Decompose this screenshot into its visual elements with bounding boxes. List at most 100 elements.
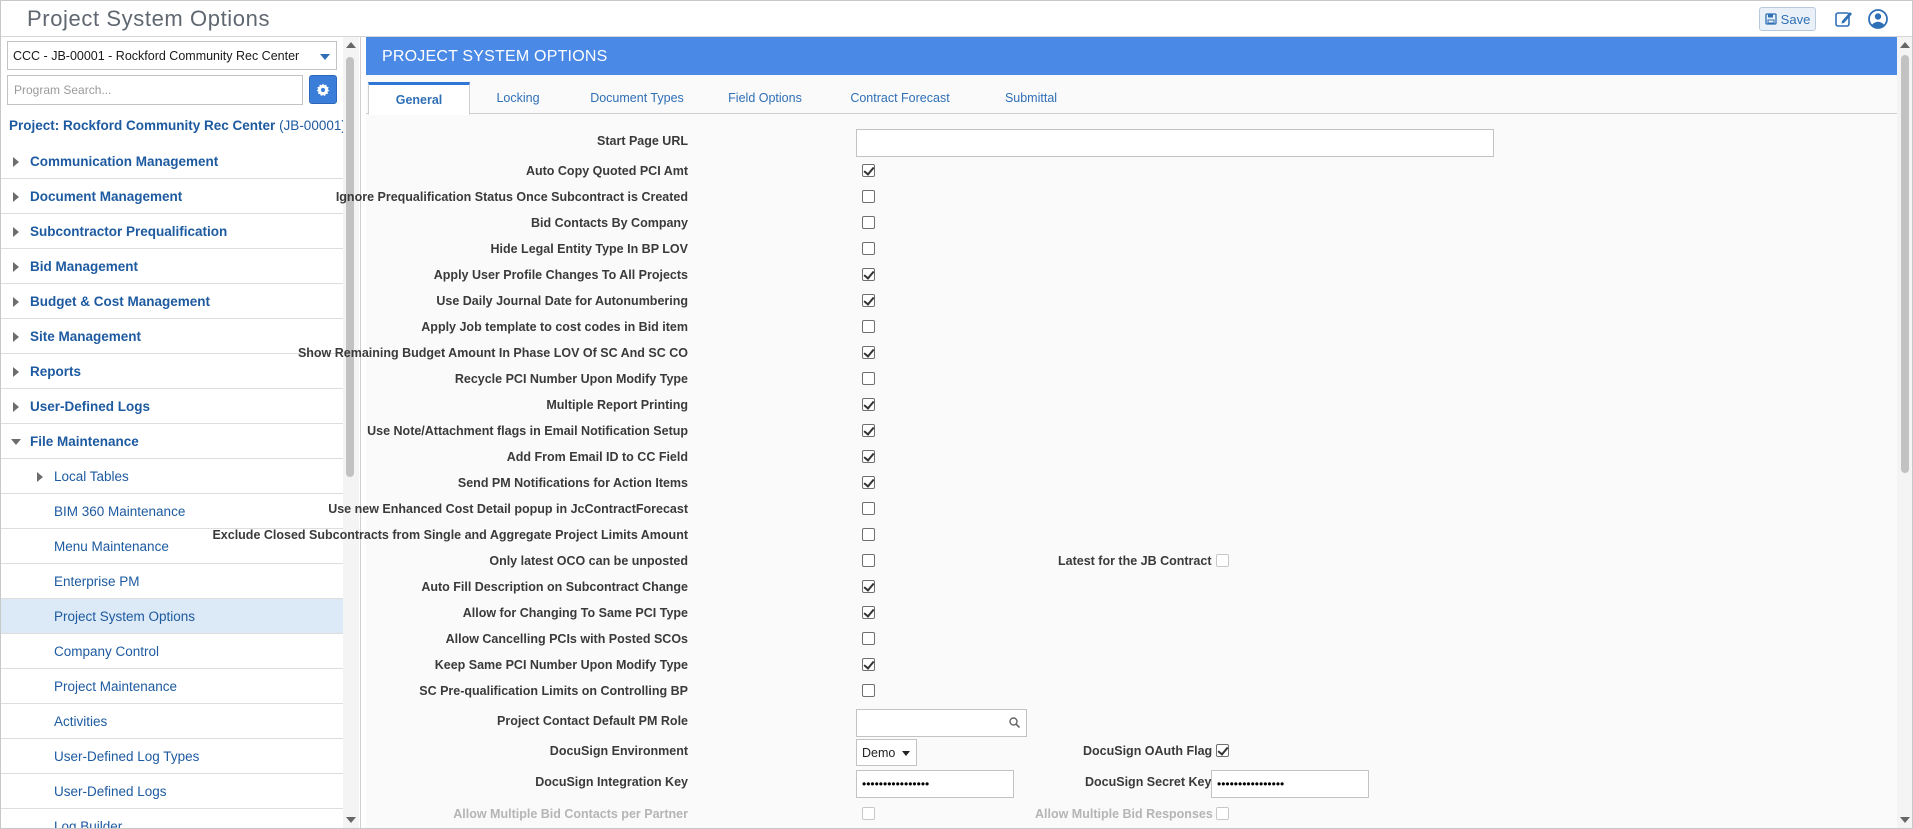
nav-item-label: BIM 360 Maintenance: [54, 503, 186, 519]
nav-item-bim-360-maintenance[interactable]: BIM 360 Maintenance: [1, 494, 343, 529]
tab-general[interactable]: General: [368, 82, 470, 115]
option-checkbox[interactable]: [862, 606, 875, 619]
option-checkbox[interactable]: [862, 658, 875, 671]
docusign-secret-key-label: DocuSign Secret Key: [1085, 775, 1212, 789]
form-row-docusign-keys: DocuSign Integration Key DocuSign Secret…: [366, 770, 1897, 798]
nav-item-activities[interactable]: Activities: [1, 704, 343, 739]
option-checkbox[interactable]: [862, 450, 875, 463]
nav-item-user-defined-logs[interactable]: User-Defined Logs: [1, 389, 343, 424]
nav-item-file-maintenance[interactable]: File Maintenance: [1, 424, 343, 459]
nav-item-local-tables[interactable]: Local Tables: [1, 459, 343, 494]
main-scrollbar[interactable]: [1897, 37, 1912, 828]
scroll-down-icon[interactable]: [1900, 817, 1910, 823]
option-checkbox[interactable]: [862, 164, 875, 177]
docusign-integration-key-label: DocuSign Integration Key: [535, 775, 688, 789]
option-checkbox[interactable]: [862, 502, 875, 515]
option-checkbox[interactable]: [862, 346, 875, 359]
nav-item-communication-management[interactable]: Communication Management: [1, 144, 343, 179]
nav-item-enterprise-pm[interactable]: Enterprise PM: [1, 564, 343, 599]
checkbox-label: Bid Contacts By Company: [531, 216, 688, 230]
nav-item-log-builder[interactable]: Log Builder: [1, 809, 343, 829]
option-checkbox[interactable]: [862, 372, 875, 385]
project-select[interactable]: CCC - JB-00001 - Rockford Community Rec …: [7, 41, 337, 70]
option-checkbox[interactable]: [862, 294, 875, 307]
nav-item-user-defined-logs-child[interactable]: User-Defined Logs: [1, 774, 343, 809]
nav-item-site-management[interactable]: Site Management: [1, 319, 343, 354]
nav-item-label: Subcontractor Prequalification: [30, 223, 228, 239]
nav-item-company-control[interactable]: Company Control: [1, 634, 343, 669]
sidebar-scrollbar[interactable]: [343, 37, 359, 828]
start-page-url-input[interactable]: [856, 129, 1494, 157]
tab-document-types[interactable]: Document Types: [566, 82, 708, 114]
nav-item-subcontractor-prequalification[interactable]: Subcontractor Prequalification: [1, 214, 343, 249]
nav-item-project-maintenance[interactable]: Project Maintenance: [1, 669, 343, 704]
option-checkbox[interactable]: [862, 632, 875, 645]
main-scroll-thumb[interactable]: [1901, 55, 1909, 473]
scroll-down-icon[interactable]: [346, 817, 356, 823]
tab-field-options[interactable]: Field Options: [708, 82, 822, 114]
form-row-checkbox: Allow Cancelling PCIs with Posted SCOs: [366, 627, 1897, 651]
option-checkbox[interactable]: [862, 528, 875, 541]
nav-item-label: Budget & Cost Management: [30, 293, 211, 309]
checkbox-label: Auto Copy Quoted PCI Amt: [525, 164, 688, 178]
pm-role-label: Project Contact Default PM Role: [497, 714, 688, 728]
multi-bid-contacts-label: Allow Multiple Bid Contacts per Partner: [453, 807, 688, 821]
nav-item-label: User-Defined Log Types: [54, 748, 200, 764]
option-checkbox[interactable]: [862, 476, 875, 489]
checkbox-label: Add From Email ID to CC Field: [506, 450, 688, 464]
edit-icon[interactable]: [1834, 9, 1854, 29]
save-button[interactable]: Save: [1759, 7, 1816, 31]
option-checkbox[interactable]: [862, 320, 875, 333]
top-bar: Project System Options Save: [1, 1, 1912, 37]
form-row-docusign-environment: DocuSign Environment Demo DocuSign OAuth…: [366, 739, 1897, 766]
checkbox-label: Auto Fill Description on Subcontract Cha…: [421, 580, 688, 594]
nav-item-label: Document Management: [30, 188, 183, 204]
docusign-integration-key-input[interactable]: [856, 770, 1014, 798]
form-row-start-page-url: Start Page URL: [366, 129, 1897, 157]
checkbox-label: Ignore Prequalification Status Once Subc…: [335, 190, 688, 204]
option-checkbox[interactable]: [862, 216, 875, 229]
nav-item-user-defined-log-types[interactable]: User-Defined Log Types: [1, 739, 343, 774]
docusign-environment-select[interactable]: Demo: [856, 739, 917, 766]
form-row-checkbox: Use Note/Attachment flags in Email Notif…: [366, 419, 1897, 443]
scroll-up-icon[interactable]: [346, 42, 356, 48]
option-checkbox[interactable]: [862, 268, 875, 281]
option-checkbox[interactable]: [862, 554, 875, 567]
scroll-up-icon[interactable]: [1900, 42, 1910, 48]
option-checkbox[interactable]: [862, 398, 875, 411]
option-checkbox[interactable]: [862, 190, 875, 203]
form-row-checkbox: Auto Copy Quoted PCI Amt: [366, 159, 1897, 183]
settings-button[interactable]: [309, 75, 337, 104]
form-row-multiple-bids: Allow Multiple Bid Contacts per Partner …: [366, 802, 1897, 826]
search-icon[interactable]: [1009, 717, 1020, 728]
checkbox-label: Send PM Notifications for Action Items: [457, 476, 688, 490]
docusign-oauth-checkbox[interactable]: [1216, 744, 1229, 757]
program-search-input[interactable]: [7, 75, 303, 105]
form-row-checkbox: Apply User Profile Changes To All Projec…: [366, 263, 1897, 287]
user-account-icon[interactable]: [1867, 8, 1889, 30]
save-button-label: Save: [1780, 11, 1811, 27]
option-checkbox[interactable]: [862, 242, 875, 255]
nav-item-budget-cost-management[interactable]: Budget & Cost Management: [1, 284, 343, 319]
checkbox-label: Use Daily Journal Date for Autonumbering: [436, 294, 688, 308]
tab-locking[interactable]: Locking: [470, 82, 566, 114]
checkbox-label: Recycle PCI Number Upon Modify Type: [454, 372, 688, 386]
chevron-right-icon: [13, 402, 19, 412]
nav-item-reports[interactable]: Reports: [1, 354, 343, 389]
sidebar-scroll-thumb[interactable]: [346, 57, 354, 477]
nav-item-bid-management[interactable]: Bid Management: [1, 249, 343, 284]
latest-jb-contract-checkbox[interactable]: [1216, 554, 1229, 567]
nav-item-label: Communication Management: [30, 153, 219, 169]
option-checkbox[interactable]: [862, 424, 875, 437]
docusign-secret-key-input[interactable]: [1211, 770, 1369, 798]
option-checkbox[interactable]: [862, 684, 875, 697]
tab-contract-forecast[interactable]: Contract Forecast: [822, 82, 978, 114]
nav-item-label: Activities: [54, 713, 108, 729]
option-checkbox[interactable]: [862, 580, 875, 593]
nav-item-document-management[interactable]: Document Management: [1, 179, 343, 214]
multi-bid-contacts-checkbox[interactable]: [862, 807, 875, 820]
pm-role-lookup[interactable]: [856, 709, 1027, 737]
multi-bid-responses-checkbox[interactable]: [1216, 807, 1229, 820]
tab-submittal[interactable]: Submittal: [978, 82, 1084, 114]
nav-item-project-system-options[interactable]: Project System Options: [1, 599, 343, 634]
